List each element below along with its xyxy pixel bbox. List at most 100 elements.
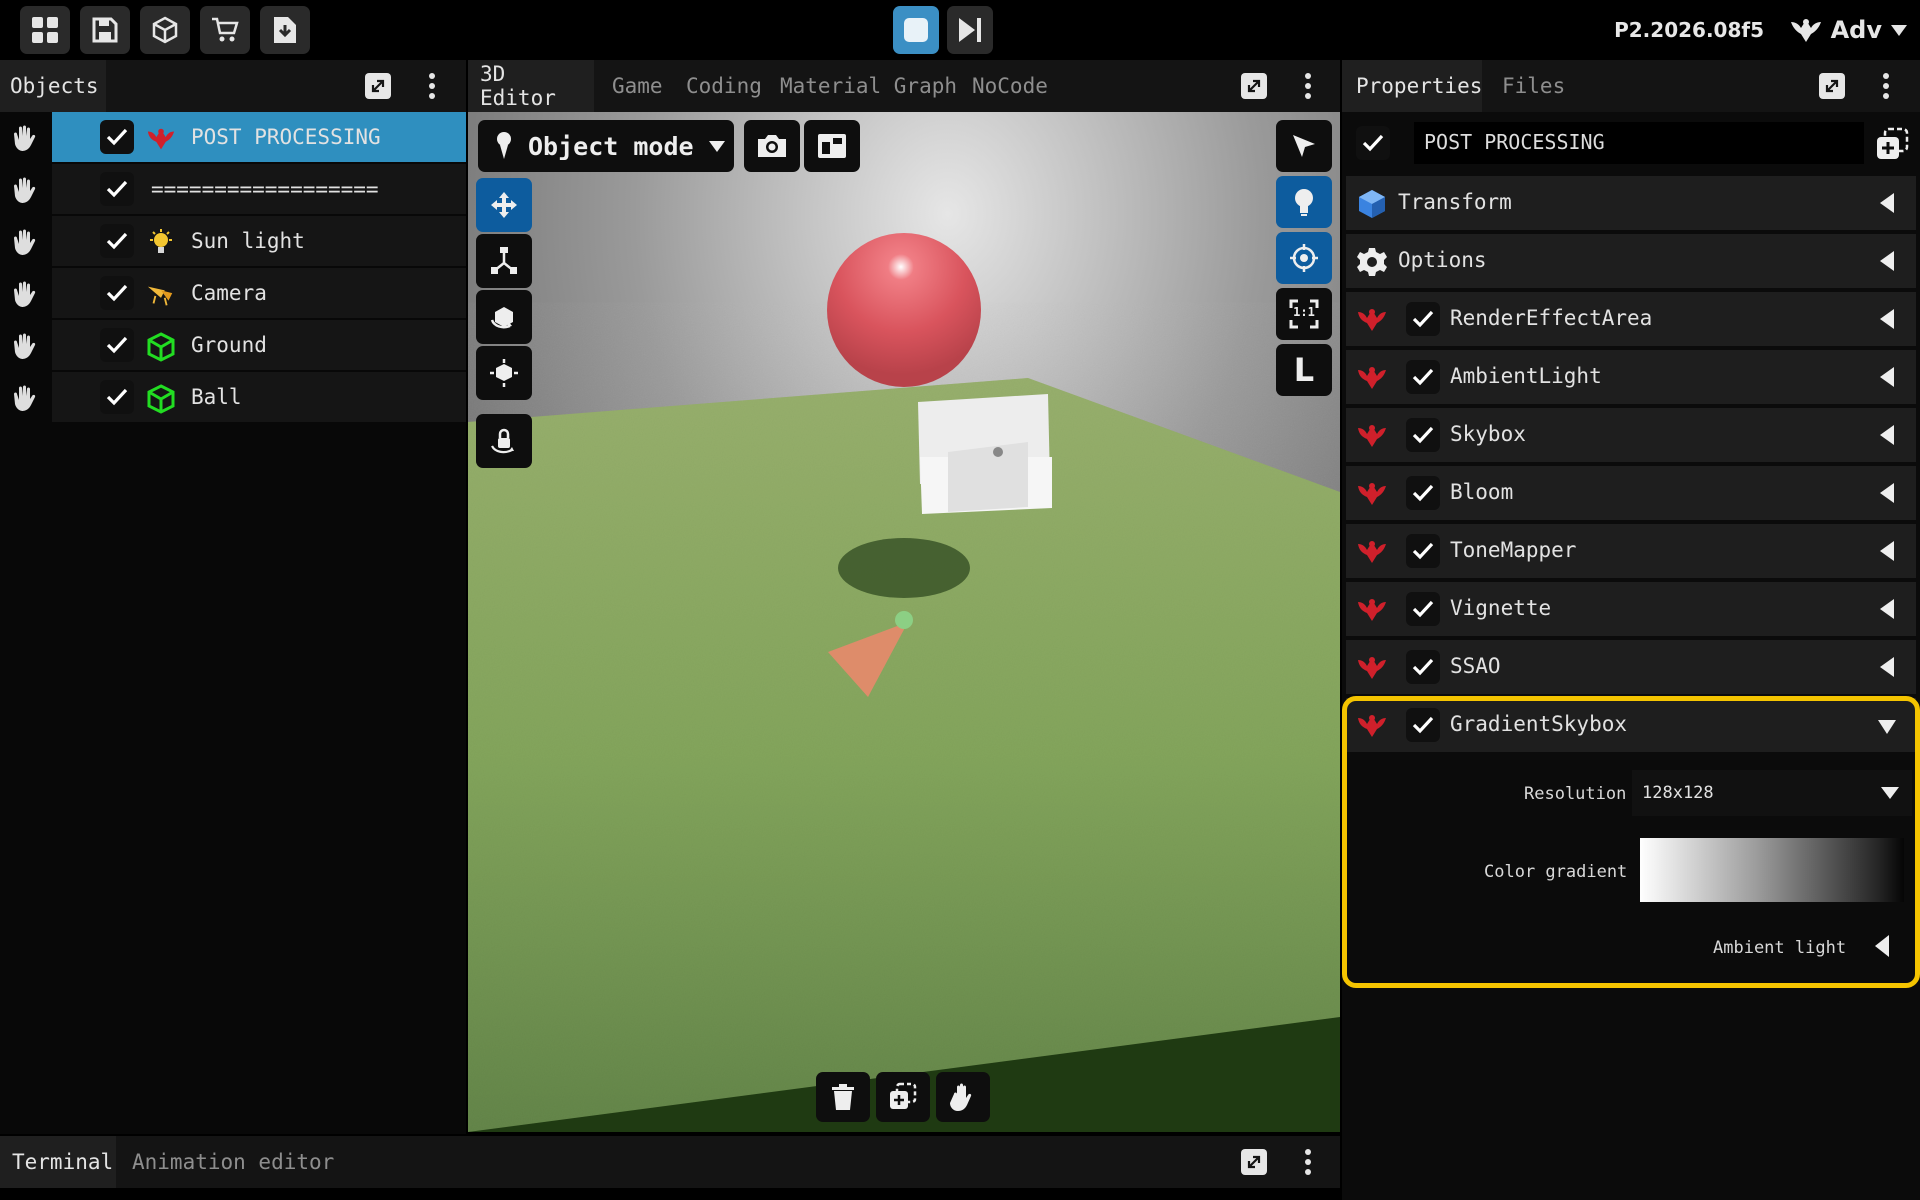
duplicate-button[interactable] — [876, 1072, 930, 1122]
drag-handle[interactable] — [8, 382, 44, 416]
section-render-effect-area[interactable]: RenderEffectArea — [1346, 292, 1916, 346]
collapse-arrow-icon[interactable] — [1880, 309, 1894, 329]
tab-game[interactable]: Game — [602, 60, 673, 112]
grab-button[interactable] — [936, 1072, 990, 1122]
scale-tool-button[interactable] — [476, 234, 532, 288]
delete-button[interactable] — [816, 1072, 870, 1122]
user-menu[interactable]: Adv — [1789, 12, 1908, 48]
check-icon — [1412, 658, 1434, 676]
expand-arrow-icon[interactable] — [1878, 720, 1896, 734]
object-mode-dropdown[interactable]: Object mode — [478, 120, 734, 172]
package-button[interactable] — [140, 6, 190, 54]
tab-files[interactable]: Files — [1492, 60, 1575, 112]
object-row-sun-light[interactable]: Sun light — [0, 216, 466, 268]
section-ssao[interactable]: SSAO — [1346, 640, 1916, 694]
visibility-checkbox[interactable] — [100, 120, 134, 154]
visibility-checkbox[interactable] — [100, 224, 134, 258]
resolution-select[interactable]: 128x128 — [1632, 770, 1912, 816]
visibility-checkbox[interactable] — [100, 276, 134, 310]
maximize-properties-button[interactable] — [1816, 70, 1848, 102]
maximize-objects-button[interactable] — [362, 70, 394, 102]
fit-view-button[interactable]: 1:1 — [1276, 288, 1332, 340]
drag-handle[interactable] — [8, 122, 44, 156]
section-label: ToneMapper — [1450, 538, 1577, 562]
visibility-checkbox[interactable] — [100, 380, 134, 414]
tab-material-graph[interactable]: Material Graph — [770, 60, 967, 112]
check-icon — [1362, 134, 1384, 152]
section-tone-mapper[interactable]: ToneMapper — [1346, 524, 1916, 578]
lighting-toggle-button[interactable] — [1276, 176, 1332, 228]
tab-objects[interactable]: Objects — [0, 60, 106, 112]
editor-menu-button[interactable] — [1292, 70, 1324, 102]
component-enabled-checkbox[interactable] — [1406, 708, 1440, 742]
collapse-arrow-icon[interactable] — [1880, 251, 1894, 271]
tab-coding[interactable]: Coding — [676, 60, 772, 112]
tab-properties[interactable]: Properties — [1342, 60, 1482, 112]
maximize-editor-button[interactable] — [1238, 70, 1270, 102]
drag-handle[interactable] — [8, 278, 44, 312]
tab-nocode[interactable]: NoCode — [962, 60, 1058, 112]
collapse-arrow-icon[interactable] — [1880, 425, 1894, 445]
collapse-arrow-icon[interactable] — [1880, 193, 1894, 213]
step-button[interactable] — [947, 6, 993, 54]
visibility-checkbox[interactable] — [100, 172, 134, 206]
add-component-button[interactable] — [1872, 124, 1912, 164]
ambient-light-collapse-arrow-icon[interactable] — [1875, 935, 1889, 957]
section-vignette[interactable]: Vignette — [1346, 582, 1916, 636]
object-row-ground[interactable]: Ground — [0, 320, 466, 372]
tab-3d-editor[interactable]: 3D Editor — [468, 60, 594, 112]
tab-terminal[interactable]: Terminal — [0, 1136, 116, 1188]
collapse-arrow-icon[interactable] — [1880, 367, 1894, 387]
drag-handle[interactable] — [8, 226, 44, 260]
object-row-camera[interactable]: Camera — [0, 268, 466, 320]
focus-target-button[interactable] — [1276, 232, 1332, 284]
tab-animation-editor[interactable]: Animation editor — [122, 1136, 344, 1188]
collapse-arrow-icon[interactable] — [1880, 483, 1894, 503]
bottom-menu-button[interactable] — [1292, 1146, 1324, 1178]
section-transform[interactable]: Transform — [1346, 176, 1916, 230]
component-enabled-checkbox[interactable] — [1406, 476, 1440, 510]
select-tool-button[interactable] — [1276, 120, 1332, 172]
object-enabled-checkbox[interactable] — [1356, 126, 1390, 160]
objects-menu-button[interactable] — [416, 70, 448, 102]
drag-handle[interactable] — [8, 330, 44, 364]
collapse-arrow-icon[interactable] — [1880, 657, 1894, 677]
maximize-bottom-button[interactable] — [1238, 1146, 1270, 1178]
component-enabled-checkbox[interactable] — [1406, 534, 1440, 568]
object-row-post-processing[interactable]: POST PROCESSING — [0, 112, 466, 164]
3d-viewport[interactable]: Object mode 1:1 L — [468, 112, 1340, 1132]
download-button[interactable] — [260, 6, 310, 54]
section-options[interactable]: Options — [1346, 234, 1916, 288]
local-space-button[interactable]: L — [1276, 344, 1332, 396]
rotate-tool-button[interactable] — [476, 290, 532, 344]
grid-menu-button[interactable] — [20, 6, 70, 54]
color-gradient-editor[interactable] — [1640, 838, 1904, 902]
component-enabled-checkbox[interactable] — [1406, 360, 1440, 394]
object-name-input[interactable]: POST PROCESSING — [1414, 122, 1864, 164]
check-icon — [106, 128, 128, 146]
section-ambient-light[interactable]: AmbientLight — [1346, 350, 1916, 404]
save-button[interactable] — [80, 6, 130, 54]
component-enabled-checkbox[interactable] — [1406, 302, 1440, 336]
screenshot-button[interactable] — [744, 120, 800, 172]
stop-button[interactable] — [893, 6, 939, 54]
view-camera-button[interactable] — [804, 120, 860, 172]
section-gradient-skybox[interactable]: GradientSkybox — [1346, 698, 1916, 752]
download-icon — [274, 17, 296, 43]
properties-menu-button[interactable] — [1870, 70, 1902, 102]
collapse-arrow-icon[interactable] — [1880, 541, 1894, 561]
collapse-arrow-icon[interactable] — [1880, 599, 1894, 619]
section-skybox[interactable]: Skybox — [1346, 408, 1916, 462]
component-enabled-checkbox[interactable] — [1406, 592, 1440, 626]
component-enabled-checkbox[interactable] — [1406, 418, 1440, 452]
store-button[interactable] — [200, 6, 250, 54]
visibility-checkbox[interactable] — [100, 328, 134, 362]
component-enabled-checkbox[interactable] — [1406, 650, 1440, 684]
move-tool-button[interactable] — [476, 178, 532, 232]
drag-handle[interactable] — [8, 174, 44, 208]
lock-camera-button[interactable] — [476, 414, 532, 468]
section-bloom[interactable]: Bloom — [1346, 466, 1916, 520]
object-row-ball[interactable]: Ball — [0, 372, 466, 424]
object-row-separator[interactable]: ================== — [0, 164, 466, 216]
transform-tool-button[interactable] — [476, 346, 532, 400]
